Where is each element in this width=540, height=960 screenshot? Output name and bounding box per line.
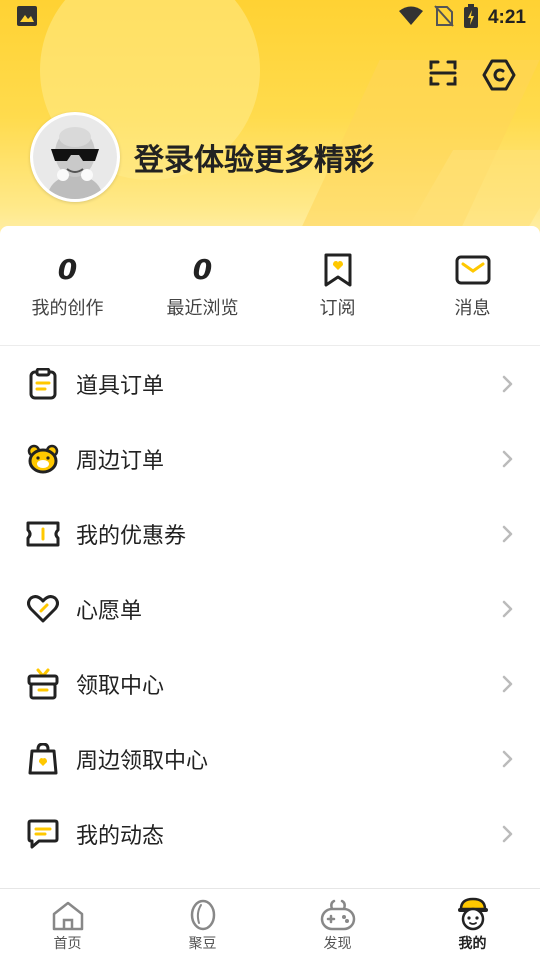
stat-my-creations[interactable]: 0 我的创作 (0, 226, 135, 345)
stat-label: 我的创作 (31, 297, 104, 319)
gamepad-icon (320, 897, 356, 931)
stat-value: 0 (192, 252, 213, 286)
avatar[interactable] (30, 112, 120, 202)
chevron-right-icon (500, 524, 514, 544)
chevron-right-icon (500, 674, 514, 694)
menu-item-merch-orders[interactable]: 周边订单 (0, 421, 540, 496)
stat-label: 最近浏览 (166, 297, 239, 319)
tab-me[interactable]: 我的 (405, 889, 540, 960)
mascot-icon (455, 897, 491, 931)
menu-item-prop-orders[interactable]: 道具订单 (0, 346, 540, 421)
login-prompt[interactable]: 登录体验更多精彩 (134, 135, 374, 179)
menu-item-my-activity[interactable]: 我的动态 (0, 796, 540, 871)
tab-discover[interactable]: 发现 (270, 889, 405, 960)
login-area[interactable]: 登录体验更多精彩 (30, 112, 374, 202)
tab-label: 发现 (323, 935, 352, 952)
menu-item-label: 道具订单 (76, 373, 165, 399)
battery-icon (463, 4, 478, 32)
chevron-right-icon (500, 599, 514, 619)
clipboard-icon (26, 367, 60, 401)
tab-beans[interactable]: 聚豆 (135, 889, 270, 960)
menu-item-label: 周边订单 (76, 448, 165, 474)
mail-icon (455, 252, 491, 288)
heart-icon (26, 592, 60, 626)
no-sim-icon (434, 5, 454, 31)
stat-value: 0 (57, 252, 78, 286)
stat-recent-views[interactable]: 0 最近浏览 (135, 226, 270, 345)
coupon-icon (26, 517, 60, 551)
menu-item-claim-center[interactable]: 领取中心 (0, 646, 540, 721)
status-time: 4:21 (487, 7, 526, 28)
bear-icon (26, 442, 60, 476)
menu-list: 道具订单 周边订单 我的优惠券 心愿单 领取中心 周边领取中心 我的动态 (0, 346, 540, 871)
menu-item-label: 心愿单 (76, 598, 143, 624)
scan-icon[interactable] (428, 58, 458, 96)
chevron-right-icon (500, 449, 514, 469)
home-icon (51, 897, 85, 931)
chevron-right-icon (500, 749, 514, 769)
tab-label: 我的 (458, 935, 487, 952)
stats-panel: 0 我的创作 0 最近浏览 订阅 消息 (0, 226, 540, 346)
bean-icon (189, 897, 217, 931)
chat-icon (26, 817, 60, 851)
menu-item-label: 我的动态 (76, 823, 165, 849)
tab-home[interactable]: 首页 (0, 889, 135, 960)
chevron-right-icon (500, 374, 514, 394)
bookmark-icon (323, 252, 353, 288)
wifi-icon (398, 6, 424, 30)
menu-item-merch-claim-center[interactable]: 周边领取中心 (0, 721, 540, 796)
tab-label: 首页 (53, 935, 82, 952)
menu-item-label: 领取中心 (76, 673, 165, 699)
stat-subscriptions[interactable]: 订阅 (270, 226, 405, 345)
tab-label: 聚豆 (188, 935, 217, 952)
menu-item-label: 我的优惠券 (76, 523, 187, 549)
bottom-tab-bar: 首页 聚豆 发现 我的 (0, 888, 540, 960)
stat-messages[interactable]: 消息 (405, 226, 540, 345)
menu-item-label: 周边领取中心 (76, 748, 209, 774)
gift-box-icon (26, 667, 60, 701)
image-notification-icon (16, 5, 38, 31)
stat-label: 订阅 (319, 297, 356, 319)
stat-label: 消息 (454, 297, 491, 319)
status-bar: 4:21 (0, 0, 540, 36)
chevron-right-icon (500, 824, 514, 844)
menu-item-wishlist[interactable]: 心愿单 (0, 571, 540, 646)
shopping-bag-icon (26, 742, 60, 776)
settings-hexagon-icon[interactable] (482, 58, 516, 96)
menu-item-coupons[interactable]: 我的优惠券 (0, 496, 540, 571)
